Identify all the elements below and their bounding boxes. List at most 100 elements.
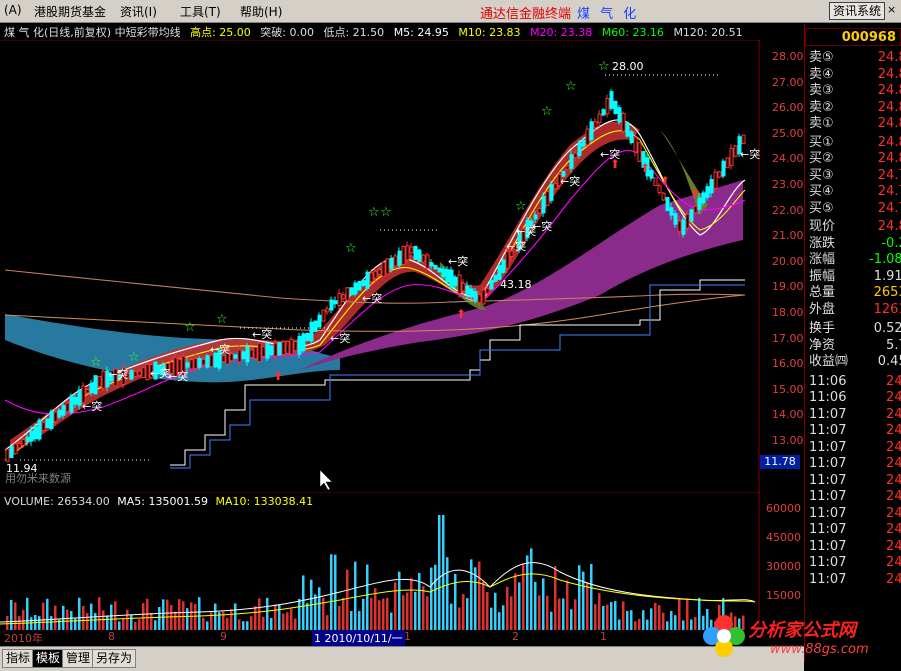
volume-bar	[366, 564, 369, 630]
volume-bar	[606, 604, 609, 630]
volume-bar	[214, 603, 217, 630]
candle-body	[249, 349, 254, 358]
volume-bar	[10, 600, 13, 630]
quote-row: 卖③ 24.85	[809, 83, 901, 99]
quote-value: 24.78	[877, 184, 901, 199]
volume-chart[interactable]	[0, 492, 760, 630]
candle-body	[485, 287, 490, 294]
volume-bar	[586, 582, 589, 630]
volume-bar	[54, 605, 57, 630]
date-selected[interactable]: 1 2010/10/11/一	[312, 630, 405, 646]
candle-body	[17, 442, 22, 449]
menu-item-info[interactable]: 资讯(I)	[120, 3, 157, 20]
candle-body	[77, 389, 82, 406]
candle-body	[345, 287, 350, 301]
volume-bar	[94, 613, 97, 630]
candle-body	[413, 245, 418, 260]
volume-bar	[634, 621, 637, 630]
quote-row: 11:07 24.8	[809, 456, 901, 472]
break-marker: ←突	[448, 254, 468, 268]
volume-bar	[282, 613, 285, 630]
price-tick: 20.00	[772, 254, 804, 268]
volume-bar	[386, 597, 389, 630]
stock-code[interactable]: 000968	[805, 28, 901, 46]
menu-item-a[interactable]: (A)	[4, 3, 22, 17]
volume-bar	[142, 603, 145, 630]
quote-value: 24.8	[886, 505, 901, 521]
app-title: 通达信金融终端煤 气 化	[480, 3, 639, 22]
candle-body	[661, 192, 666, 201]
quote-value: 24.70	[877, 200, 901, 216]
candle-body	[653, 177, 658, 186]
candle-body	[237, 349, 242, 363]
candle-body	[21, 439, 26, 446]
candle-body	[713, 171, 718, 189]
quote-label: 总量	[809, 285, 836, 300]
volume-bar	[570, 609, 573, 630]
candle-body	[289, 338, 294, 355]
quote-label: 11:07	[809, 571, 847, 587]
candle-body	[385, 258, 390, 275]
quote-value: 24.8	[886, 522, 901, 537]
price-chart[interactable]: 28.00 11.94 43.18 用勿米来数源 ←突←突 ←突←突←突←突 ←突←…	[0, 40, 760, 495]
quote-label: 外盘	[809, 301, 836, 317]
candle-body	[61, 405, 66, 416]
candle-body	[321, 309, 326, 322]
quote-value: 24.8	[886, 406, 901, 422]
volume-bar	[574, 599, 577, 630]
volume-bar	[498, 612, 501, 630]
candle-body	[597, 113, 602, 124]
quote-row: 净资 5.70	[809, 338, 901, 354]
break-marker: ←突	[362, 291, 382, 305]
candle-body	[457, 274, 462, 295]
volume-bar	[370, 597, 373, 630]
menu-item-tools[interactable]: 工具(T)	[180, 3, 221, 20]
volume-bar	[390, 612, 393, 630]
volume-bar	[582, 571, 585, 630]
volume-bar	[338, 606, 341, 630]
candle-body	[709, 179, 714, 194]
volume-bar	[542, 578, 545, 630]
close-icon[interactable]: ×	[887, 2, 899, 18]
candle-body	[281, 341, 286, 356]
candle-body	[565, 165, 570, 170]
candle-body	[257, 342, 262, 362]
quote-value: 24.8	[886, 456, 901, 471]
candle-body	[317, 314, 322, 328]
candle-body	[581, 139, 586, 147]
tab-indicator[interactable]: 指标	[2, 649, 35, 668]
date-m11: 1	[404, 630, 411, 643]
volume-bar	[250, 616, 253, 630]
break-marker: ←突	[210, 342, 230, 356]
tab-template[interactable]: 模板	[32, 649, 65, 668]
break-marker: ←突	[252, 327, 272, 341]
tab-save-as[interactable]: 另存为	[92, 649, 137, 668]
volume-bar	[466, 598, 469, 630]
break-label: 突破: 0.00	[260, 26, 314, 39]
menu-item-hk-futures[interactable]: 港股期货基金	[34, 3, 106, 20]
tab-manage[interactable]: 管理	[62, 649, 95, 668]
volume-bar	[378, 600, 381, 630]
candle-body	[193, 357, 198, 370]
candle-body	[233, 354, 238, 359]
info-system-button[interactable]: 资讯系统	[828, 2, 885, 20]
candle-body	[693, 205, 698, 214]
up-arrow-icon: ⬆	[456, 307, 466, 321]
volume-bar	[502, 605, 505, 630]
volume-bar	[442, 515, 445, 630]
volume-bar	[78, 597, 81, 630]
volume-bar	[590, 563, 593, 630]
volume-bar	[662, 612, 665, 630]
candle-body	[5, 448, 10, 462]
quote-value: 24.8	[886, 439, 901, 455]
quote-row: 11:07 24.8	[809, 440, 901, 456]
volume-bar	[222, 611, 225, 630]
menu-item-help[interactable]: 帮助(H)	[240, 3, 282, 20]
volume-bar	[38, 616, 41, 630]
volume-bar	[318, 587, 321, 630]
candle-body	[441, 268, 446, 277]
volume-bar	[462, 594, 465, 630]
candle-body	[297, 335, 302, 355]
candle-body	[277, 342, 282, 356]
quote-label: 11:07	[809, 423, 847, 438]
